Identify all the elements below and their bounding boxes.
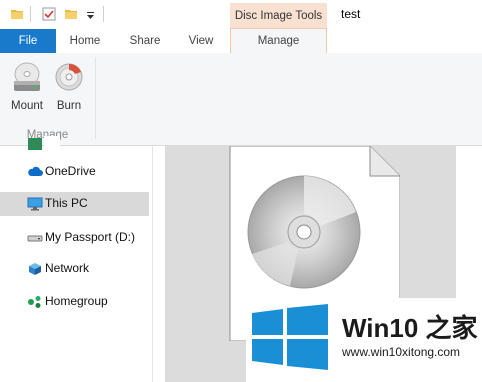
title-bar: Disc Image Tools test <box>0 0 482 29</box>
context-tab-header: Disc Image Tools <box>230 3 327 29</box>
burn-button[interactable]: Burn <box>52 57 86 115</box>
toolbar-divider <box>103 6 104 22</box>
homegroup-icon <box>27 295 43 309</box>
nav-label: Homegroup <box>45 294 108 308</box>
folder-icon[interactable] <box>10 7 24 24</box>
new-folder-icon[interactable] <box>64 7 78 24</box>
tab-share[interactable]: Share <box>120 29 170 53</box>
nav-label: This PC <box>45 196 88 210</box>
windows-logo-icon <box>252 304 328 373</box>
nav-label: My Passport (D:) <box>45 230 136 244</box>
nav-item-onedrive[interactable]: OneDrive <box>0 160 149 184</box>
tab-home[interactable]: Home <box>60 29 110 53</box>
nav-item-my-passport[interactable]: My Passport (D:) <box>0 226 149 250</box>
nav-label: OneDrive <box>45 164 96 178</box>
network-icon <box>27 262 43 276</box>
watermark: Win10 之家 www.win10xitong.com <box>246 298 482 382</box>
nav-item-network[interactable]: Network <box>0 257 149 281</box>
drive-icon <box>27 231 43 245</box>
nav-item-this-pc[interactable]: This PC <box>0 192 149 216</box>
computer-icon <box>27 197 43 211</box>
nav-label: Network <box>45 261 90 275</box>
cloud-icon <box>27 165 43 179</box>
nav-item-homegroup[interactable]: Homegroup <box>0 290 149 314</box>
disc-drive-icon <box>11 61 43 98</box>
navigation-pane[interactable]: OneDrive This PC My Passport (D:) Networ… <box>0 136 153 382</box>
ribbon-body: Mount Burn Manage <box>0 53 482 146</box>
burn-disc-icon <box>54 61 84 96</box>
toolbar-divider <box>30 6 31 22</box>
window-title: test <box>341 7 361 21</box>
properties-checkbox-icon[interactable] <box>42 7 56 24</box>
ribbon-tabs: File Home Share View Manage <box>0 28 482 54</box>
watermark-title: Win10 之家 <box>342 313 478 343</box>
tab-manage[interactable]: Manage <box>230 28 327 53</box>
tab-view[interactable]: View <box>176 29 226 53</box>
quick-access-icon <box>27 138 43 155</box>
customize-dropdown-icon[interactable] <box>86 9 95 23</box>
burn-label: Burn <box>56 100 82 112</box>
mount-button[interactable]: Mount <box>5 57 49 115</box>
mount-label: Mount <box>11 100 43 112</box>
tab-file[interactable]: File <box>0 29 56 53</box>
watermark-url: www.win10xitong.com <box>342 345 461 359</box>
group-separator <box>95 57 96 139</box>
clipped-label <box>44 136 60 148</box>
